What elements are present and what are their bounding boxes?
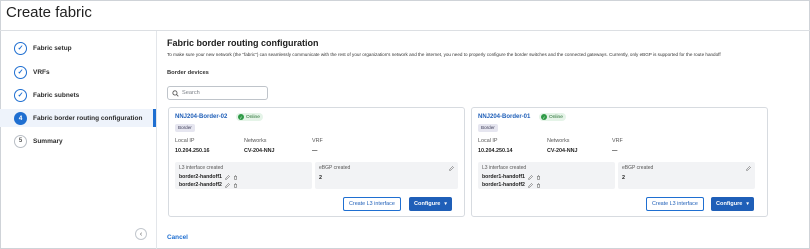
- section-description: To make sure your new network (the "fabr…: [167, 52, 721, 57]
- pencil-icon[interactable]: [225, 182, 230, 188]
- pencil-icon[interactable]: [746, 166, 751, 171]
- status-text: Online: [549, 114, 563, 120]
- trash-icon[interactable]: [536, 174, 541, 180]
- search-icon: [172, 89, 179, 97]
- vrf-value: —: [612, 148, 618, 154]
- search-input[interactable]: Search: [167, 86, 268, 100]
- status-badge: ✓ Online: [236, 113, 263, 121]
- sidebar-item-label: Fabric setup: [33, 44, 72, 52]
- local-ip-label: Local IP: [175, 138, 195, 144]
- pencil-icon[interactable]: [528, 182, 533, 188]
- status-badge: ✓ Online: [539, 113, 566, 121]
- sidebar-item-label: VRFs: [33, 68, 50, 76]
- device-name-link[interactable]: NNJ204-Border-01: [478, 114, 530, 120]
- ebgp-panel: eBGP created 2: [315, 162, 458, 189]
- trash-icon[interactable]: [233, 174, 238, 180]
- ebgp-label: eBGP created: [622, 165, 654, 171]
- local-ip-value: 10.204.250.14: [478, 148, 513, 154]
- border-device-card: NNJ204-Border-02 ✓ Online Border Local I…: [168, 107, 465, 217]
- sidebar-item-summary[interactable]: 5 Summary: [14, 132, 63, 150]
- pencil-icon[interactable]: [528, 174, 533, 180]
- networks-value: CV-204-NNJ: [547, 148, 578, 154]
- handoff-name: border1-handoff1: [482, 174, 525, 180]
- local-ip-label: Local IP: [478, 138, 498, 144]
- active-step-indicator: [153, 109, 156, 127]
- sidebar-item-fabric-setup[interactable]: ✓ Fabric setup: [14, 39, 72, 57]
- configure-button[interactable]: Configure ▾: [409, 197, 452, 211]
- sidebar-item-label: Fabric border routing configuration: [33, 114, 143, 122]
- sidebar-item-label: Summary: [33, 137, 63, 145]
- device-name-link[interactable]: NNJ204-Border-02: [175, 114, 227, 120]
- wizard-sidebar: ✓ Fabric setup ✓ VRFs ✓ Fabric subnets 4…: [0, 31, 157, 249]
- sidebar-item-vrfs[interactable]: ✓ VRFs: [14, 63, 50, 81]
- role-badge: Border: [478, 124, 498, 132]
- l3-interface-panel: L3 interface created border1-handoff1 bo…: [478, 162, 615, 189]
- configure-button[interactable]: Configure ▾: [711, 197, 754, 211]
- sidebar-item-label: Fabric subnets: [33, 91, 80, 99]
- handoff-row: border1-handoff1: [482, 174, 541, 180]
- check-circle-icon: ✓: [238, 114, 244, 120]
- l3-interface-label: L3 interface created: [482, 165, 527, 171]
- chevron-left-icon: ‹: [139, 230, 143, 238]
- pencil-icon[interactable]: [449, 166, 454, 171]
- status-text: Online: [246, 114, 260, 120]
- role-badge: Border: [175, 124, 195, 132]
- handoff-row: border2-handoff1: [179, 174, 238, 180]
- collapse-sidebar-button[interactable]: ‹: [135, 228, 147, 240]
- page-title: Create fabric: [6, 4, 92, 21]
- ebgp-panel: eBGP created 2: [618, 162, 755, 189]
- pencil-icon[interactable]: [225, 174, 230, 180]
- vrf-value: —: [312, 148, 318, 154]
- chevron-down-icon: ▾: [444, 201, 447, 207]
- vrf-label: VRF: [612, 138, 623, 144]
- l3-interface-panel: L3 interface created border2-handoff1 bo…: [175, 162, 312, 189]
- ebgp-label: eBGP created: [319, 165, 351, 171]
- networks-value: CV-204-NNJ: [244, 148, 275, 154]
- handoff-row: border2-handoff2: [179, 182, 238, 188]
- search-placeholder: Search: [182, 90, 200, 96]
- check-circle-icon: ✓: [14, 41, 27, 55]
- networks-label: Networks: [244, 138, 267, 144]
- section-title: Fabric border routing configuration: [167, 38, 319, 48]
- create-l3-interface-button[interactable]: Create L3 interface: [646, 197, 704, 211]
- ebgp-count: 2: [622, 175, 625, 181]
- check-circle-icon: ✓: [541, 114, 547, 120]
- sidebar-item-fabric-subnets[interactable]: ✓ Fabric subnets: [14, 86, 79, 104]
- handoff-name: border2-handoff1: [179, 174, 222, 180]
- cancel-button[interactable]: Cancel: [167, 234, 188, 241]
- vrf-label: VRF: [312, 138, 323, 144]
- step-number-icon: 4: [14, 111, 27, 125]
- sidebar-item-border-routing[interactable]: 4 Fabric border routing configuration: [14, 109, 142, 127]
- handoff-name: border2-handoff2: [179, 182, 222, 188]
- step-number-icon: 5: [14, 134, 27, 148]
- networks-label: Networks: [547, 138, 570, 144]
- check-circle-icon: ✓: [14, 88, 27, 102]
- border-devices-label: Border devices: [167, 70, 209, 76]
- trash-icon[interactable]: [233, 182, 238, 188]
- border-device-card: NNJ204-Border-01 ✓ Online Border Local I…: [471, 107, 768, 217]
- configure-label: Configure: [716, 201, 743, 207]
- handoff-name: border1-handoff2: [482, 182, 525, 188]
- check-circle-icon: ✓: [14, 65, 27, 79]
- configure-label: Configure: [414, 201, 441, 207]
- trash-icon[interactable]: [536, 182, 541, 188]
- handoff-row: border1-handoff2: [482, 182, 541, 188]
- ebgp-count: 2: [319, 175, 322, 181]
- local-ip-value: 10.204.250.16: [175, 148, 210, 154]
- create-l3-interface-button[interactable]: Create L3 interface: [343, 197, 401, 211]
- l3-interface-label: L3 interface created: [179, 165, 224, 171]
- chevron-down-icon: ▾: [746, 201, 749, 207]
